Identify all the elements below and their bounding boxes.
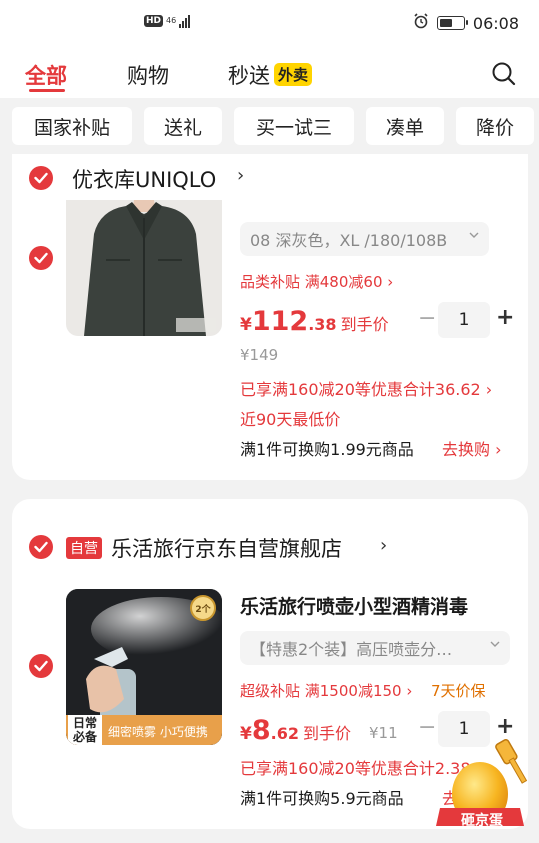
status-bar: HD 46 06:08 — [0, 0, 539, 50]
shop-name-lehuo[interactable]: 乐活旅行京东自营旗舰店 — [111, 533, 342, 563]
shop-checkbox-lehuo[interactable] — [29, 535, 53, 559]
search-icon[interactable] — [491, 61, 517, 87]
product-title-sprayer[interactable]: 乐活旅行喷壶小型酒精消毒 — [240, 592, 468, 619]
trade-in-text: 满1件可换购1.99元商品 — [240, 440, 414, 459]
currency-symbol: ¥ — [240, 315, 252, 335]
battery-icon — [436, 16, 468, 30]
decrease-quantity-button[interactable]: − — [418, 306, 436, 331]
product-image-jacket[interactable] — [66, 200, 222, 336]
clock: 06:08 — [472, 13, 519, 33]
original-price: ¥149 — [240, 346, 279, 364]
increase-quantity-button[interactable]: + — [496, 305, 514, 330]
takeout-badge: 外卖 — [274, 63, 313, 86]
trade-in-link[interactable]: 去换购 › — [442, 436, 502, 460]
product-image-sprayer[interactable]: 2个 日常 必备 细密喷雾 小巧便携 — [66, 589, 222, 745]
shop-checkbox-uniqlo[interactable] — [29, 166, 53, 190]
alarm-icon — [413, 13, 429, 33]
chevron-down-icon — [469, 230, 479, 243]
signal-icon — [179, 14, 191, 28]
price-jacket: ¥112.38 到手价 — [240, 306, 389, 337]
chevron-down-icon — [490, 639, 500, 652]
price-sprayer: ¥8.62 到手价 — [240, 715, 351, 746]
price-decimal: .62 — [270, 724, 299, 743]
increase-quantity-button[interactable]: + — [496, 714, 514, 739]
top-tabs: 全部 购物 秒送 外卖 — [0, 50, 539, 98]
image-caption: 细密喷雾 小巧便携 — [108, 725, 208, 739]
item-checkbox-sprayer[interactable] — [29, 654, 53, 678]
golden-egg-label: 砸京蛋 — [461, 813, 503, 829]
image-badge: 2个 — [190, 595, 216, 621]
subsidy-text[interactable]: 品类补贴 满480减60 › — [240, 271, 393, 292]
shop-chevron-icon[interactable]: › — [380, 535, 387, 556]
trade-in-link-label: 去换购 — [442, 440, 491, 459]
trade-in-text: 满1件可换购5.9元商品 — [240, 789, 404, 808]
currency-symbol: ¥ — [240, 724, 252, 744]
price-suffix: 到手价 — [302, 724, 351, 743]
shop-chevron-icon[interactable]: › — [237, 165, 244, 186]
hd-badge: HD — [144, 15, 164, 27]
chip-gift[interactable]: 送礼 — [144, 107, 222, 145]
chip-try[interactable]: 买一试三 — [234, 107, 354, 145]
image-label: 日常 必备 — [68, 715, 102, 745]
filter-chips: 国家补贴 送礼 买一试三 凑单 降价 — [0, 98, 539, 156]
quantity-field-jacket[interactable]: 1 — [438, 302, 490, 338]
original-price: ¥11 — [369, 724, 398, 742]
chip-bundle[interactable]: 凑单 — [366, 107, 444, 145]
subsidy-label: 品类补贴 满480减60 — [240, 273, 383, 291]
decrease-quantity-button[interactable]: − — [418, 715, 436, 740]
item-checkbox-jacket[interactable] — [29, 246, 53, 270]
shop-name-uniqlo[interactable]: 优衣库UNIQLO — [72, 164, 216, 194]
price-protection-label: 7天价保 — [431, 682, 486, 700]
sku-selector-sprayer[interactable]: 【特惠2个装】高压喷壶分… — [240, 631, 510, 665]
lowest-price-label: 近90天最低价 — [240, 410, 341, 429]
price-integer: 8 — [251, 715, 271, 746]
sku-value: 【特惠2个装】高压喷壶分… — [250, 640, 453, 659]
discount-text: 已享满160减20等优惠合计36.62 — [240, 380, 481, 399]
golden-egg-float-button[interactable]: 砸京蛋 — [432, 738, 532, 838]
sku-value: 08 深灰色，XL /180/108B — [250, 231, 448, 250]
tab-instant[interactable]: 秒送 外卖 — [228, 60, 313, 90]
chip-national-subsidy[interactable]: 国家补贴 — [12, 107, 132, 145]
tab-instant-label: 秒送 — [228, 64, 270, 88]
price-suffix: 到手价 — [340, 315, 389, 334]
chip-price-drop[interactable]: 降价 — [456, 107, 534, 145]
tab-all[interactable]: 全部 — [25, 60, 67, 90]
subsidy-text[interactable]: 超级补贴 满1500减150 › — [240, 680, 412, 701]
active-tab-indicator — [29, 89, 65, 92]
self-operated-badge: 自营 — [66, 537, 102, 559]
network-type: 46 — [166, 16, 177, 25]
discount-summary[interactable]: 已享满160减20等优惠合计36.62 › — [240, 376, 492, 400]
price-decimal: .38 — [308, 315, 337, 334]
sku-selector-jacket[interactable]: 08 深灰色，XL /180/108B — [240, 222, 489, 256]
tab-shopping[interactable]: 购物 — [127, 60, 169, 90]
subsidy-label: 超级补贴 满1500减150 — [240, 682, 402, 700]
network-indicator: HD 46 — [144, 14, 191, 28]
price-integer: 112 — [251, 306, 309, 337]
